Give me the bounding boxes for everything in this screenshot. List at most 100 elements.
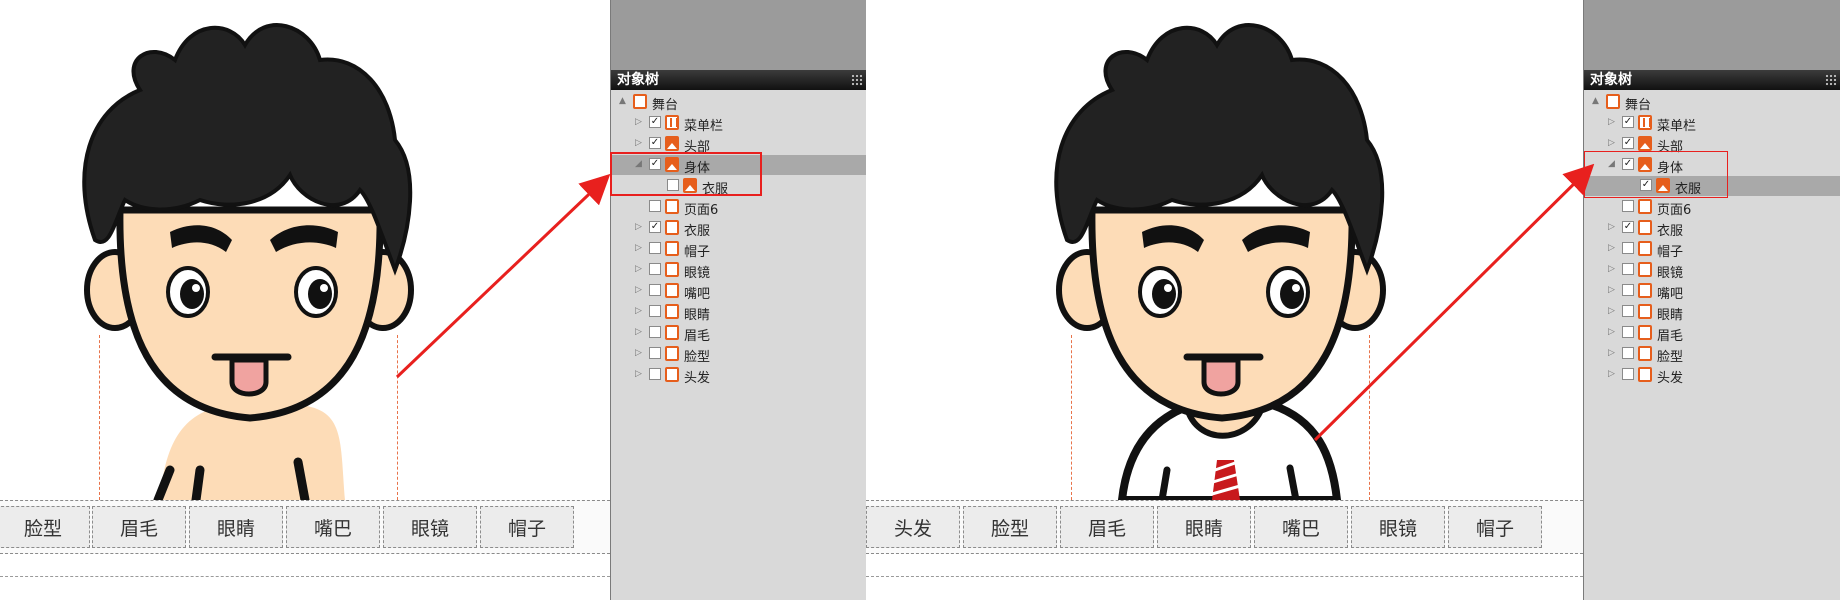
- visibility-checkbox[interactable]: ✓: [649, 116, 661, 128]
- tab-glasses[interactable]: 眼镜: [383, 506, 477, 548]
- expand-arrow-icon[interactable]: ▷: [1608, 327, 1615, 337]
- tree-row-label: 嘴吧: [684, 287, 711, 302]
- panel-header-area: [1584, 0, 1840, 70]
- tree-row[interactable]: ▷ 眼睛: [1584, 302, 1840, 323]
- page-icon: [1638, 199, 1652, 214]
- page-icon: [665, 325, 679, 340]
- tab-eyes[interactable]: 眼睛: [1157, 506, 1251, 548]
- tree-row[interactable]: ▷ ✓ 衣服: [1584, 218, 1840, 239]
- tab-face-shape[interactable]: 脸型: [0, 506, 90, 548]
- tree-row-label: 页面6: [1657, 203, 1692, 218]
- panel-grip-icon[interactable]: [1825, 74, 1837, 86]
- tab-face-shape[interactable]: 脸型: [963, 506, 1057, 548]
- expand-arrow-icon[interactable]: ▷: [1608, 369, 1615, 379]
- visibility-checkbox[interactable]: [649, 242, 661, 254]
- collapse-arrow-icon[interactable]: ▲: [1592, 96, 1599, 106]
- tab-hat[interactable]: 帽子: [1448, 506, 1542, 548]
- tree-row[interactable]: ▷ 脸型: [611, 344, 867, 365]
- tab-hat[interactable]: 帽子: [480, 506, 574, 548]
- tree-row[interactable]: ▷ 帽子: [611, 239, 867, 260]
- page-icon: [665, 367, 679, 382]
- stage-icon: [633, 94, 647, 109]
- visibility-checkbox[interactable]: ✓: [1622, 137, 1634, 149]
- visibility-checkbox[interactable]: ✓: [1622, 221, 1634, 233]
- tree-row[interactable]: ▷ ✓ 头部: [611, 134, 867, 155]
- expand-arrow-icon[interactable]: ▷: [1608, 222, 1615, 232]
- tree-row[interactable]: ▷ 眼镜: [1584, 260, 1840, 281]
- tree-row[interactable]: ▲ 舞台: [1584, 92, 1840, 113]
- expand-arrow-icon[interactable]: ▷: [635, 117, 642, 127]
- visibility-checkbox[interactable]: [649, 200, 661, 212]
- tree-row[interactable]: ▲ 舞台: [611, 92, 867, 113]
- visibility-checkbox[interactable]: [1622, 368, 1634, 380]
- expand-arrow-icon[interactable]: ▷: [635, 243, 642, 253]
- visibility-checkbox[interactable]: [1622, 347, 1634, 359]
- tab-mouth[interactable]: 嘴巴: [286, 506, 380, 548]
- tree-row[interactable]: ▷ 头发: [1584, 365, 1840, 386]
- expand-arrow-icon[interactable]: ▷: [635, 138, 642, 148]
- panel-grip-icon[interactable]: [851, 74, 863, 86]
- visibility-checkbox[interactable]: [1622, 242, 1634, 254]
- expand-arrow-icon[interactable]: ▷: [1608, 243, 1615, 253]
- visibility-checkbox[interactable]: [649, 368, 661, 380]
- tree-row[interactable]: 页面6: [1584, 197, 1840, 218]
- expand-arrow-icon[interactable]: ▷: [635, 222, 642, 232]
- visibility-checkbox[interactable]: [649, 305, 661, 317]
- tree-row-label: 衣服: [1657, 224, 1684, 239]
- visibility-checkbox[interactable]: [649, 263, 661, 275]
- arm-line: [191, 465, 205, 500]
- page-icon: [665, 241, 679, 256]
- expand-arrow-icon[interactable]: ▷: [635, 327, 642, 337]
- visibility-checkbox[interactable]: [649, 284, 661, 296]
- expand-arrow-icon[interactable]: ▷: [1608, 138, 1615, 148]
- expand-arrow-icon[interactable]: ▷: [1608, 264, 1615, 274]
- tree-row[interactable]: ▷ 眼镜: [611, 260, 867, 281]
- expand-arrow-icon[interactable]: ▷: [1608, 285, 1615, 295]
- page-icon: [1638, 304, 1652, 319]
- visibility-checkbox[interactable]: [1622, 326, 1634, 338]
- tree-row[interactable]: ▷ ✓ 衣服: [611, 218, 867, 239]
- tab-glasses[interactable]: 眼镜: [1351, 506, 1445, 548]
- tree-row-label: 帽子: [1657, 245, 1684, 260]
- expand-arrow-icon[interactable]: ▷: [635, 306, 642, 316]
- tree-row[interactable]: ▷ 嘴吧: [1584, 281, 1840, 302]
- visibility-checkbox[interactable]: [1622, 263, 1634, 275]
- visibility-checkbox[interactable]: [649, 326, 661, 338]
- tab-eyebrows[interactable]: 眉毛: [1060, 506, 1154, 548]
- tree-row[interactable]: ▷ ✓ 菜单栏: [611, 113, 867, 134]
- tab-eyebrows[interactable]: 眉毛: [92, 506, 186, 548]
- visibility-checkbox[interactable]: ✓: [1622, 116, 1634, 128]
- tree-row[interactable]: ▷ 眉毛: [611, 323, 867, 344]
- tree-row[interactable]: ▷ 帽子: [1584, 239, 1840, 260]
- tab-hair[interactable]: 头发: [866, 506, 960, 548]
- collapse-arrow-icon[interactable]: ▲: [619, 96, 626, 106]
- tree-row-label: 衣服: [684, 224, 711, 239]
- stage-canvas[interactable]: 脸型 眉毛 眼睛 嘴巴 眼镜 帽子: [0, 0, 610, 600]
- expand-arrow-icon[interactable]: ▷: [1608, 117, 1615, 127]
- expand-arrow-icon[interactable]: ▷: [1608, 348, 1615, 358]
- visibility-checkbox[interactable]: ✓: [649, 137, 661, 149]
- visibility-checkbox[interactable]: [1622, 200, 1634, 212]
- panel-header-area: [611, 0, 867, 70]
- expand-arrow-icon[interactable]: ▷: [635, 264, 642, 274]
- stage-canvas[interactable]: 头发 脸型 眉毛 眼睛 嘴巴 眼镜 帽子: [866, 0, 1583, 600]
- visibility-checkbox[interactable]: [649, 347, 661, 359]
- cartoon-character[interactable]: [0, 0, 610, 500]
- tree-row[interactable]: ▷ 脸型: [1584, 344, 1840, 365]
- tree-row[interactable]: ▷ ✓ 菜单栏: [1584, 113, 1840, 134]
- expand-arrow-icon[interactable]: ▷: [635, 348, 642, 358]
- visibility-checkbox[interactable]: ✓: [649, 221, 661, 233]
- visibility-checkbox[interactable]: [1622, 305, 1634, 317]
- tree-row[interactable]: ▷ 嘴吧: [611, 281, 867, 302]
- expand-arrow-icon[interactable]: ▷: [635, 369, 642, 379]
- tree-row[interactable]: ▷ 眉毛: [1584, 323, 1840, 344]
- tree-row[interactable]: ▷ 眼睛: [611, 302, 867, 323]
- tree-row[interactable]: ▷ 头发: [611, 365, 867, 386]
- cartoon-character[interactable]: [866, 0, 1583, 500]
- expand-arrow-icon[interactable]: ▷: [635, 285, 642, 295]
- visibility-checkbox[interactable]: [1622, 284, 1634, 296]
- tree-row[interactable]: 页面6: [611, 197, 867, 218]
- tab-eyes[interactable]: 眼睛: [189, 506, 283, 548]
- tab-mouth[interactable]: 嘴巴: [1254, 506, 1348, 548]
- expand-arrow-icon[interactable]: ▷: [1608, 306, 1615, 316]
